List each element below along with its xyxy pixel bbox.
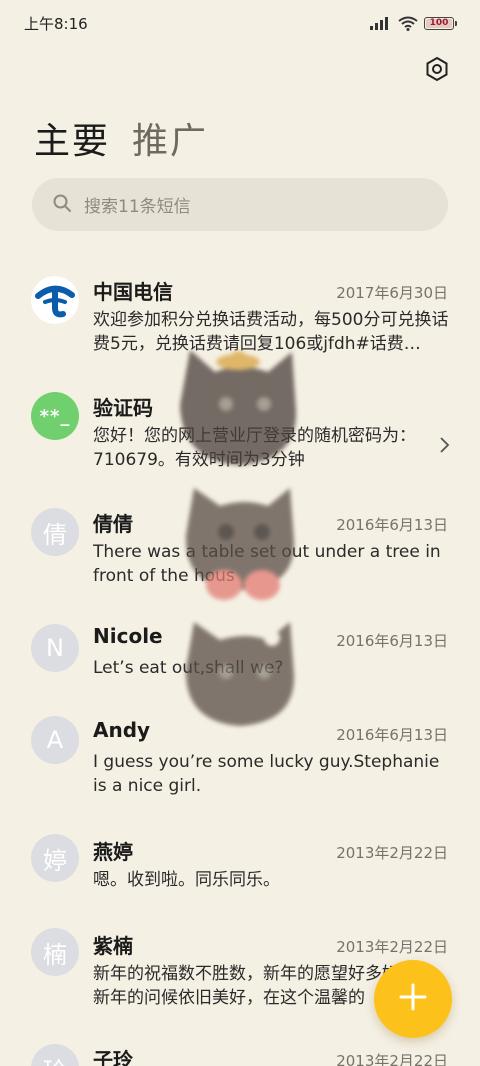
conversation-name: Nicole [93,624,163,648]
chevron-right-icon[interactable] [438,436,450,458]
search-icon [52,193,72,217]
conversation-name: 验证码 [93,396,153,420]
conversation-avatar: 玲 [31,1044,79,1066]
plus-icon [398,982,428,1016]
china-telecom-logo-icon [31,276,79,324]
conversation-date: 2016年6月13日 [336,632,448,650]
conversation-avatar: N [31,624,79,672]
wifi-icon [398,16,418,31]
conversation-date: 2013年2月22日 [336,938,448,956]
conversation-name: 燕婷 [93,840,133,864]
search-bar[interactable]: 搜索11条短信 [32,178,448,231]
signal-icon [370,16,392,30]
conversation-preview: 嗯。收到啦。同乐同乐。 [93,870,280,890]
conversation-name: 中国电信 [93,280,173,304]
conversation-preview: 您好！您的网上营业厅登录的随机密码为：710679。有效时间为3分钟 [93,426,416,470]
conversation-name: 倩倩 [93,512,133,536]
new-message-button[interactable] [374,960,452,1038]
conversation-avatar: 楠 [31,928,79,976]
conversation-date: 2016年6月13日 [336,726,448,744]
conversation-avatar: 倩 [31,508,79,556]
tab-promotions[interactable]: 推广 [132,112,208,164]
search-placeholder: 搜索11条短信 [84,197,191,217]
conversation-date: 2017年6月30日 [336,284,448,302]
conversation-preview: I guess you’re some lucky guy.Stephanie … [93,752,440,796]
conversation-date: 2013年2月22日 [336,1052,448,1066]
battery-level: 100 [429,18,449,28]
tab-primary[interactable]: 主要 [34,112,110,164]
conversation-preview: Let’s eat out,shall we? [93,658,284,678]
status-time: 上午8:16 [24,14,88,33]
conversation-avatar: 婷 [31,834,79,882]
conversation-preview: 欢迎参加积分兑换话费活动，每500分可兑换话费5元，兑换话费请回复106或jfd… [93,310,449,354]
conversation-name: Andy [93,718,151,742]
settings-button[interactable] [420,54,454,88]
status-bar: 上午8:16 100 [0,0,480,46]
status-icons: 100 [370,16,457,31]
battery-icon: 100 [424,16,457,30]
conversation-name: 子玲 [93,1048,133,1066]
conversation-date: 2013年2月22日 [336,844,448,862]
conversation-avatar: **_ [31,392,79,440]
conversation-name: 紫楠 [93,934,133,958]
conversation-date: 2016年6月13日 [336,516,448,534]
conversation-avatar: A [31,716,79,764]
settings-hex-icon [424,56,450,86]
category-tabs: 主要 推广 [34,112,208,164]
conversation-preview: There was a table set out under a tree i… [93,542,441,586]
